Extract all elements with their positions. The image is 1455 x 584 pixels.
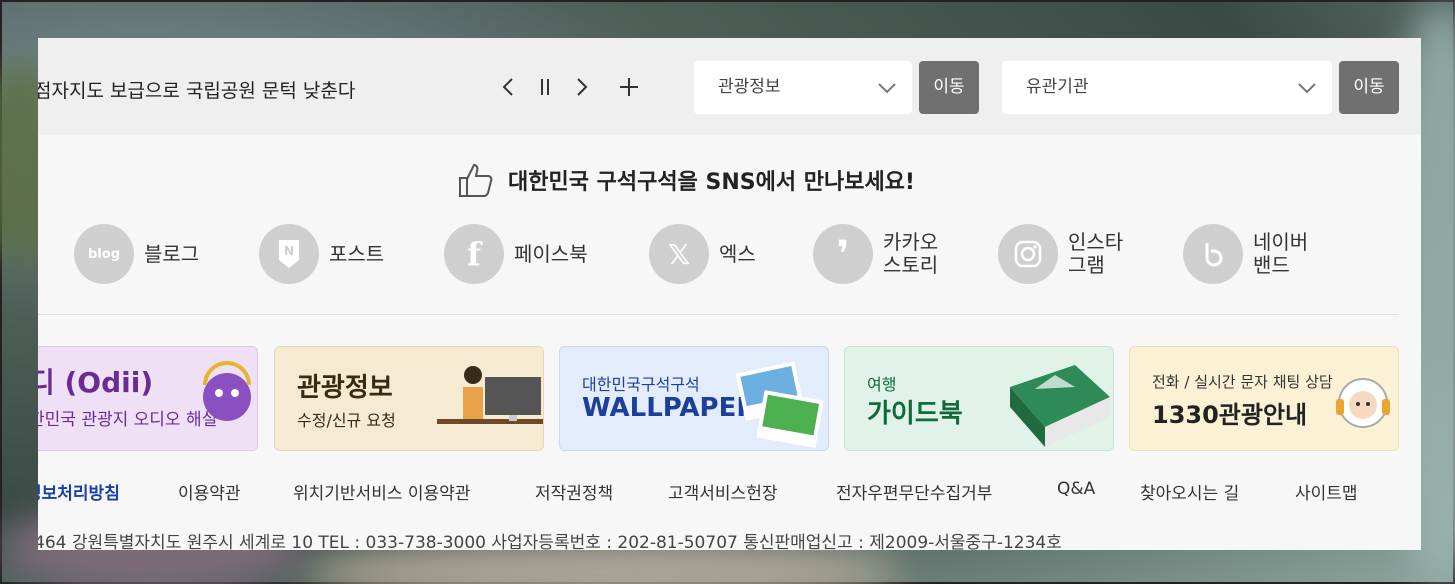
related-org-go-button[interactable]: 이동 [1339, 61, 1399, 114]
sns-item-instagram[interactable]: 인스타 그램 [998, 224, 1123, 284]
notice-text[interactable]: 점자지도 보급으로 국립공원 문턱 낮춘다 [38, 76, 355, 103]
footer-link-terms[interactable]: 이용약관 [178, 479, 241, 504]
tourism-info-select-value: 관광정보 [718, 77, 781, 97]
sns-item-band[interactable]: 네이버 밴드 [1183, 224, 1308, 284]
banner-subtitle: 한민국 관광지 오디오 해설 [38, 410, 218, 430]
more-button[interactable] [614, 72, 644, 102]
banner-subtitle: 여행 [867, 375, 897, 394]
tourism-info-go-button[interactable]: 이동 [919, 61, 979, 114]
sns-item-blog[interactable]: blog 블로그 [74, 224, 199, 284]
footer-link-directions[interactable]: 찾아오시는 길 [1140, 479, 1239, 504]
banner-subtitle: 전화 / 실시간 문자 채팅 상담 [1152, 373, 1333, 391]
related-org-select-value: 유관기관 [1026, 77, 1089, 97]
facebook-icon: f [444, 224, 504, 284]
chevron-left-icon [502, 78, 513, 96]
blog-icon: blog [74, 224, 134, 284]
banner-title: 관광정보 [297, 373, 393, 403]
sns-item-x[interactable]: 𝕏 엑스 [649, 224, 756, 284]
photo-cards-illustration [735, 361, 824, 448]
sns-title-text: 대한민국 구석구석을 SNS에서 만나보세요! [508, 170, 915, 195]
banner-1330-tour-help[interactable]: 전화 / 실시간 문자 채팅 상담 1330관광안내 [1129, 346, 1399, 451]
sns-item-kakaostory[interactable]: ❜ 카카오 스토리 [813, 224, 938, 284]
footer-link-sitemap[interactable]: 사이트맵 [1295, 479, 1358, 504]
banner-wallpaper[interactable]: 대한민국구석구석 WALLPAPER [559, 346, 829, 451]
footer-link-qna[interactable]: Q&A [1057, 479, 1095, 499]
banner-guidebook[interactable]: 여행 가이드북 [844, 346, 1114, 451]
banner-odii[interactable]: 디 (Odii) 한민국 관광지 오디오 해설 [38, 346, 258, 451]
banner-tour-info-request[interactable]: 관광정보 수정/신규 요청 [274, 346, 544, 451]
tourism-info-select[interactable]: 관광정보 [694, 61, 912, 114]
instagram-icon [998, 224, 1058, 284]
chevron-right-icon [577, 78, 588, 96]
banner-subtitle: 대한민국구석구석 [582, 375, 700, 394]
naver-band-icon [1183, 224, 1243, 284]
footer-link-privacy[interactable]: 정보처리방침 [38, 479, 120, 504]
kakaostory-icon: ❜ [813, 224, 873, 284]
footer-link-location-terms[interactable]: 위치기반서비스 이용약관 [293, 479, 470, 504]
chevron-down-icon [878, 83, 896, 94]
footer-link-customer-charter[interactable]: 고객서비스헌장 [668, 479, 777, 504]
sns-item-label: 카카오 스토리 [883, 230, 939, 277]
sns-item-label: 인스타 그램 [1068, 230, 1124, 277]
footer-link-copyright[interactable]: 저작권정책 [535, 479, 613, 504]
astronaut-mascot-icon [1336, 378, 1390, 428]
banner-subtitle: 수정/신규 요청 [297, 411, 396, 430]
chevron-down-icon [1298, 83, 1316, 94]
footer-address: 464 강원특별자치도 원주시 세계로 10 TEL : 033-738-300… [38, 533, 1062, 550]
pause-button[interactable] [530, 72, 560, 102]
sns-item-label: 포스트 [329, 241, 385, 266]
section-divider [38, 314, 1399, 315]
sns-item-label: 블로그 [144, 241, 200, 266]
next-button[interactable] [566, 72, 596, 102]
svg-text:N: N [284, 244, 294, 258]
pause-icon [541, 79, 549, 95]
footer-link-email-refusal[interactable]: 전자우편무단수집거부 [836, 479, 992, 504]
page-footer-area: 점자지도 보급으로 국립공원 문턱 낮춘다 관광정보 이동 유관기관 이동 대한… [38, 38, 1421, 550]
sns-item-label: 엑스 [719, 241, 756, 266]
sns-item-facebook[interactable]: f 페이스북 [444, 224, 588, 284]
sns-section-title: 대한민국 구석구석을 SNS에서 만나보세요! [456, 160, 915, 200]
guidebook-illustration [1010, 365, 1110, 447]
sns-item-label: 페이스북 [514, 241, 588, 266]
banner-title: 디 (Odii) [38, 366, 154, 399]
naver-post-icon: N [259, 224, 319, 284]
sns-item-post[interactable]: N 포스트 [259, 224, 384, 284]
x-icon: 𝕏 [649, 224, 709, 284]
thumbs-up-icon [459, 163, 493, 197]
plus-icon [620, 78, 638, 96]
related-org-select[interactable]: 유관기관 [1002, 61, 1332, 114]
banner-title: 1330관광안내 [1152, 401, 1308, 429]
sns-item-label: 네이버 밴드 [1253, 230, 1309, 277]
office-worker-illustration [437, 366, 543, 424]
notice-bar: 점자지도 보급으로 국립공원 문턱 낮춘다 관광정보 이동 유관기관 이동 [38, 38, 1421, 135]
odii-character-icon [203, 361, 251, 421]
banner-title: 가이드북 [867, 399, 963, 429]
prev-button[interactable] [494, 72, 524, 102]
